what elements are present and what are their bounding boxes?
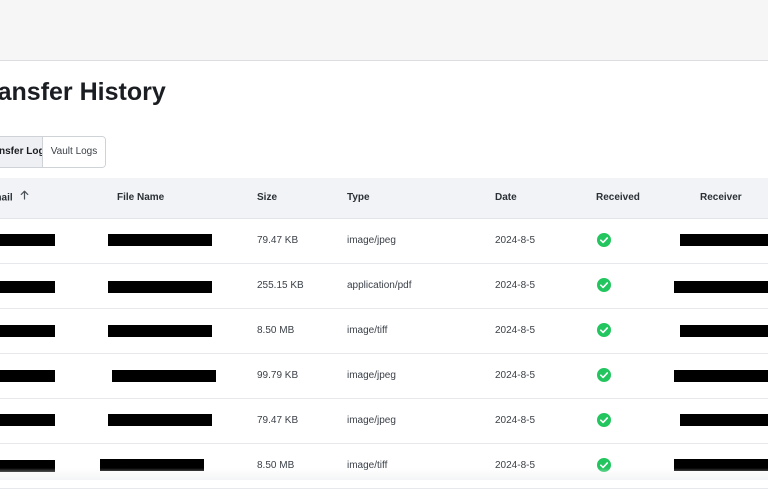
type-cell: application/pdf (347, 280, 412, 291)
type-cell: image/tiff (347, 460, 388, 471)
type-cell: image/jpeg (347, 415, 396, 426)
redacted-email (0, 281, 55, 293)
redacted-file-name (108, 234, 212, 246)
check-circle-icon (597, 278, 611, 292)
tab-transfer-logs[interactable]: Transfer Logs (0, 137, 50, 167)
redacted-receiver (674, 281, 768, 293)
date-cell: 2024-8-5 (495, 415, 536, 426)
redacted-file-name (108, 414, 212, 426)
arrow-up-icon[interactable] (20, 178, 29, 218)
size-cell: 99.79 KB (257, 370, 299, 381)
redacted-receiver (674, 370, 768, 382)
check-circle-icon (597, 323, 611, 337)
redacted-receiver (680, 234, 768, 246)
type-cell: image/jpeg (347, 235, 396, 246)
type-cell: image/tiff (347, 325, 388, 336)
size-cell: 8.50 MB (257, 460, 295, 471)
column-header-type[interactable]: Type (347, 178, 370, 218)
redacted-email (0, 325, 55, 337)
table-header: Email File Name Size Type Date Received … (0, 178, 768, 219)
table-row[interactable]: 79.47 KB image/jpeg 2024-8-5 (0, 219, 768, 264)
column-header-file-name[interactable]: File Name (117, 178, 164, 218)
transfer-history-table: Email File Name Size Type Date Received … (0, 178, 768, 489)
redacted-email (0, 370, 55, 382)
size-cell: 255.15 KB (257, 280, 304, 291)
table-row[interactable]: 255.15 KB application/pdf 2024-8-5 (0, 264, 768, 309)
redacted-email (0, 234, 55, 246)
type-cell: image/jpeg (347, 370, 396, 381)
redacted-email (0, 414, 55, 426)
check-circle-icon (597, 233, 611, 247)
date-cell: 2024-8-5 (495, 235, 536, 246)
date-cell: 2024-8-5 (495, 370, 536, 381)
redacted-file-name (112, 370, 216, 382)
column-header-receiver[interactable]: Receiver (700, 178, 742, 218)
column-header-email-label: Email (0, 192, 13, 204)
tab-vault-logs[interactable]: Vault Logs (42, 137, 105, 167)
column-header-received[interactable]: Received (596, 178, 640, 218)
table-row[interactable]: 8.50 MB image/tiff 2024-8-5 (0, 309, 768, 354)
table-row[interactable]: 8.50 MB image/tiff 2024-8-5 (0, 444, 768, 489)
log-tabs: Transfer Logs Vault Logs (0, 136, 106, 168)
check-circle-icon (597, 368, 611, 382)
redacted-file-name (108, 325, 212, 337)
date-cell: 2024-8-5 (495, 460, 536, 471)
date-cell: 2024-8-5 (495, 280, 536, 291)
column-header-size[interactable]: Size (257, 178, 277, 218)
date-cell: 2024-8-5 (495, 325, 536, 336)
check-circle-icon (597, 413, 611, 427)
column-header-date[interactable]: Date (495, 178, 517, 218)
top-bar (0, 0, 768, 61)
size-cell: 79.47 KB (257, 235, 299, 246)
size-cell: 79.47 KB (257, 415, 299, 426)
redacted-receiver (680, 325, 768, 337)
page-title: Transfer History (0, 78, 166, 106)
redacted-receiver (680, 414, 768, 426)
table-row[interactable]: 99.79 KB image/jpeg 2024-8-5 (0, 354, 768, 399)
size-cell: 8.50 MB (257, 325, 295, 336)
bottom-fade (0, 468, 768, 480)
table-row[interactable]: 79.47 KB image/jpeg 2024-8-5 (0, 399, 768, 444)
column-header-email[interactable]: Email (0, 178, 29, 219)
redacted-file-name (108, 281, 212, 293)
